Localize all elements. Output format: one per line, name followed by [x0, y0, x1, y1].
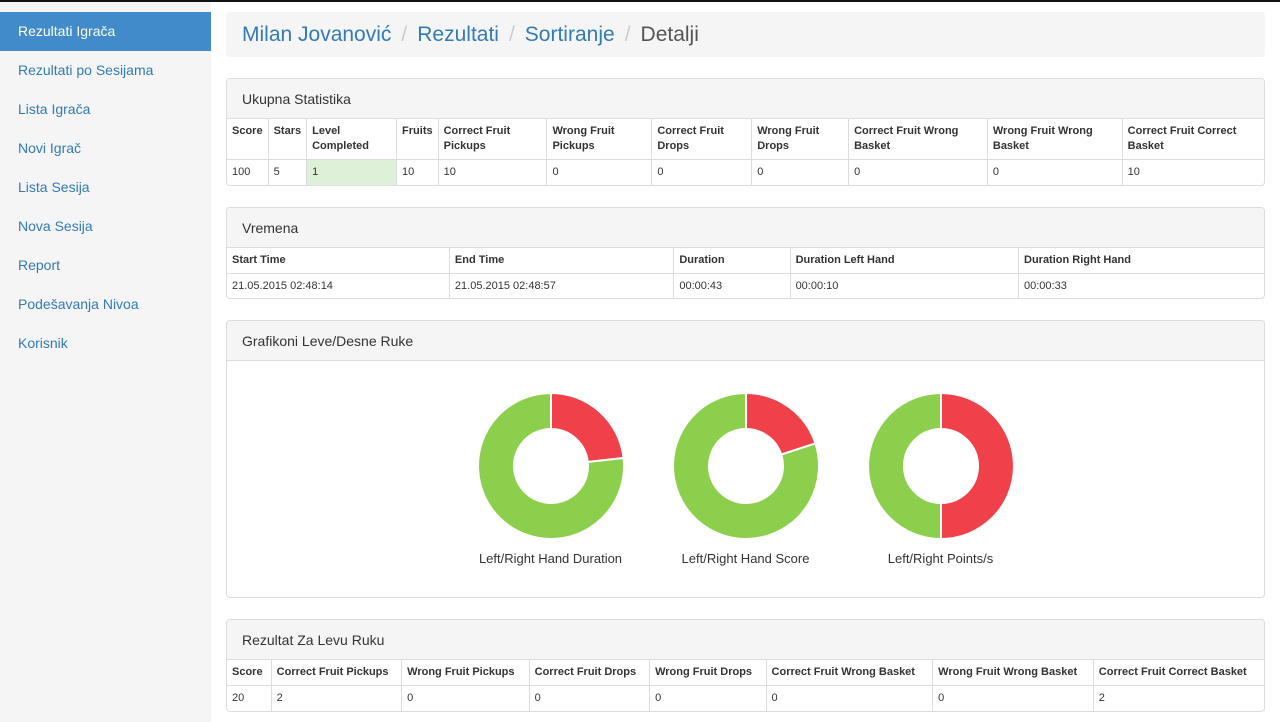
main-content: Milan Jovanović / Rezultati / Sortiranje / … — [226, 12, 1265, 712]
panel-title: Ukupna Statistika — [227, 79, 1264, 119]
stats-table: Score Stars Level Completed Fruits Correct F… — [227, 119, 1264, 185]
sidebar-item[interactable]: Korisnik — [0, 324, 211, 363]
sidebar-item[interactable]: Nova Sesija — [0, 207, 211, 246]
donut-chart: Left/Right Hand Score — [648, 391, 843, 597]
table-cell: 0 — [529, 685, 651, 711]
chart-label: Left/Right Hand Score — [681, 551, 810, 566]
left-hand-panel: Rezultat Za Levu Ruku Score Correct Fruit… — [226, 619, 1265, 712]
table-cell: 1 — [306, 159, 398, 185]
breadcrumb: Milan Jovanović / Rezultati / Sortiranje / … — [226, 12, 1265, 57]
chart-label: Left/Right Hand Duration — [478, 551, 623, 566]
sidebar-item[interactable]: Report — [0, 246, 211, 285]
breadcrumb-player[interactable]: Milan Jovanović — [242, 23, 391, 47]
charts-row: Left/Right Hand Duration Left/Right Hand … — [227, 361, 1264, 597]
table-row: 100 5 1 10 10 0 0 0 0 0 10 — [227, 159, 1264, 185]
column-header: Correct Fruit Pickups — [271, 660, 403, 686]
column-header: End Time — [449, 247, 675, 274]
column-header: Wrong Fruit Drops — [751, 119, 850, 160]
table-row: 21.05.2015 02:48:14 21.05.2015 02:48:57 00… — [227, 273, 1264, 298]
table-cell: 10 — [396, 159, 439, 185]
table-header-row: Score Stars Level Completed Fruits Correct F… — [227, 119, 1264, 160]
sidebar-item[interactable]: Lista Sesija — [0, 168, 211, 207]
donut-chart: Left/Right Points/s — [843, 391, 1038, 597]
breadcrumb-sorting[interactable]: Sortiranje — [525, 23, 615, 47]
donut-slice[interactable] — [939, 391, 1015, 541]
column-header: Correct Fruit Drops — [529, 660, 651, 686]
column-header: Correct Fruit Wrong Basket — [848, 119, 988, 160]
table-cell: 0 — [751, 159, 850, 185]
table-header-row: Start Time End Time Duration Duration Left … — [227, 247, 1264, 274]
donut-slice[interactable] — [866, 391, 942, 541]
panel-title: Grafikoni Leve/Desne Ruke — [227, 321, 1264, 361]
table-cell: 21.05.2015 02:48:14 — [227, 273, 450, 298]
table-cell: 2 — [271, 685, 403, 711]
table-header-row: Score Correct Fruit Pickups Wrong Fruit Pi… — [227, 660, 1264, 686]
column-header: Duration Left Hand — [790, 247, 1020, 274]
table-cell: 5 — [268, 159, 308, 185]
column-header: Duration — [673, 247, 791, 274]
breadcrumb-separator: / — [508, 22, 515, 46]
column-header: Duration Right Hand — [1018, 247, 1264, 274]
column-header: Wrong Fruit Pickups — [401, 660, 530, 686]
table-cell: 0 — [848, 159, 988, 185]
breadcrumb-separator: / — [401, 22, 408, 46]
table-cell: 0 — [651, 159, 753, 185]
column-header: Correct Fruit Pickups — [438, 119, 548, 160]
charts-panel: Grafikoni Leve/Desne Ruke Left/Right Han… — [226, 320, 1265, 598]
column-header: Wrong Fruit Pickups — [546, 119, 653, 160]
stats-panel: Ukupna Statistika Score Stars Level Comple… — [226, 78, 1265, 186]
sidebar-item[interactable]: Lista Igrača — [0, 90, 211, 129]
column-header: Stars — [268, 119, 308, 160]
column-header: Start Time — [227, 247, 450, 274]
breadcrumb-current: Detalji — [640, 22, 699, 46]
times-panel: Vremena Start Time End Time Duration Durati… — [226, 206, 1265, 299]
table-cell: 20 — [227, 685, 272, 711]
table-cell: 0 — [649, 685, 767, 711]
table-cell: 00:00:33 — [1024, 279, 1067, 292]
breadcrumb-results[interactable]: Rezultati — [417, 23, 499, 47]
table-cell: 0 — [401, 685, 530, 711]
column-header: Score — [227, 660, 272, 686]
sidebar-item[interactable]: Rezultati Igrača — [0, 12, 211, 51]
table-row: 20 2 0 0 0 0 0 2 — [227, 685, 1264, 711]
column-header: Wrong Fruit Wrong Basket — [987, 119, 1123, 160]
column-header: Correct Fruit Drops — [651, 119, 753, 160]
table-cell: 0 — [766, 685, 934, 711]
table-cell: 00:00:43 — [673, 273, 791, 298]
donut-slice[interactable] — [549, 391, 625, 464]
panel-title: Rezultat Za Levu Ruku — [227, 620, 1264, 660]
sidebar-item[interactable]: Podešavanja Nivoa — [0, 285, 211, 324]
table-cell: 100 — [227, 159, 269, 185]
table-cell: 00:00:10 — [790, 273, 1020, 298]
left-hand-table: Score Correct Fruit Pickups Wrong Fruit Pi… — [227, 660, 1264, 711]
breadcrumb-separator: / — [624, 22, 631, 46]
donut-slice[interactable] — [744, 391, 817, 456]
sidebar-item[interactable]: Novi Igrač — [0, 129, 211, 168]
sidebar-item[interactable]: Rezultati po Sesijama — [0, 51, 211, 90]
table-cell: 2 — [1098, 692, 1105, 705]
column-header: Correct Fruit Correct Basket — [1122, 119, 1264, 160]
chart-label: Left/Right Points/s — [887, 551, 994, 566]
column-header: Correct Fruit Wrong Basket — [766, 660, 934, 686]
panel-title: Vremena — [227, 207, 1264, 248]
column-header: Fruits — [396, 119, 439, 160]
donut-chart: Left/Right Hand Duration — [453, 391, 648, 597]
column-header: Wrong Fruit Drops — [649, 660, 767, 686]
column-header: Level Completed — [306, 119, 398, 160]
table-cell: 0 — [932, 685, 1094, 711]
sidebar: Rezultati Igrača Rezultati po Sesijama Lis… — [0, 2, 211, 722]
table-cell: 10 — [1127, 166, 1140, 179]
table-cell: 0 — [987, 159, 1123, 185]
table-cell: 0 — [546, 159, 653, 185]
column-header: Correct Fruit Correct Basket — [1093, 660, 1264, 686]
times-table: Start Time End Time Duration Duration Left … — [227, 247, 1264, 298]
table-cell: 21.05.2015 02:48:57 — [449, 273, 675, 298]
table-cell: 10 — [438, 159, 548, 185]
column-header: Wrong Fruit Wrong Basket — [932, 660, 1094, 686]
column-header: Score — [227, 119, 269, 160]
